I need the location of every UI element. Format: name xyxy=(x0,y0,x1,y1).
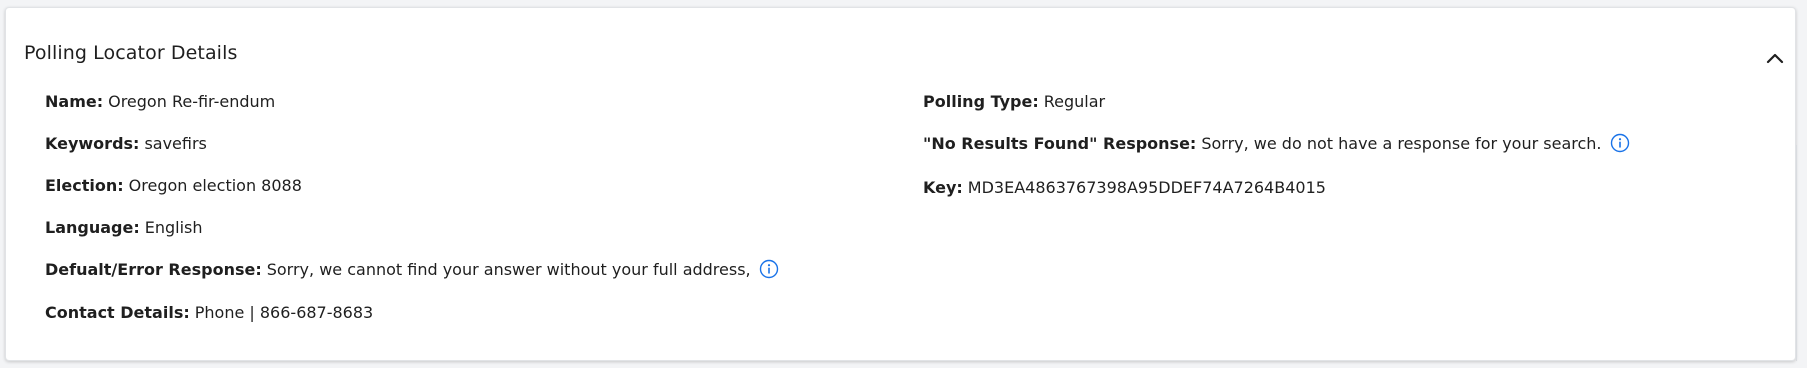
field-key: Key: MD3EA4863767398A95DDEF74A7264B4015 xyxy=(923,175,1326,199)
field-polling-type: Polling Type: Regular xyxy=(923,89,1105,113)
divider xyxy=(1796,145,1797,361)
field-label: "No Results Found" Response: xyxy=(923,133,1197,153)
field-value: Regular xyxy=(1043,91,1106,111)
field-default-error-response: Defualt/Error Response: Sorry, we cannot… xyxy=(45,257,779,281)
field-value: English xyxy=(144,217,203,237)
field-keywords: Keywords: savefirs xyxy=(45,131,207,155)
field-label: Contact Details: xyxy=(45,302,190,322)
info-icon[interactable] xyxy=(759,259,779,279)
polling-locator-details-panel: Polling Locator Details Name: Oregon Re-… xyxy=(5,7,1796,361)
field-language: Language: English xyxy=(45,215,203,239)
field-election: Election: Oregon election 8088 xyxy=(45,173,302,197)
field-name: Name: Oregon Re-fir-endum xyxy=(45,89,275,113)
field-value: Phone | 866-687-8683 xyxy=(194,302,374,322)
field-value: Sorry, we cannot find your answer withou… xyxy=(266,259,751,279)
field-value: Oregon election 8088 xyxy=(128,175,302,195)
field-contact-details: Contact Details: Phone | 866-687-8683 xyxy=(45,300,373,324)
field-label: Defualt/Error Response: xyxy=(45,259,262,279)
field-label: Name: xyxy=(45,91,104,111)
field-label: Language: xyxy=(45,217,140,237)
field-value: Sorry, we do not have a response for you… xyxy=(1201,133,1602,153)
chevron-up-icon xyxy=(1766,53,1784,64)
field-value: MD3EA4863767398A95DDEF74A7264B4015 xyxy=(967,177,1326,197)
collapse-button[interactable] xyxy=(1763,46,1787,70)
field-label: Keywords: xyxy=(45,133,140,153)
field-label: Polling Type: xyxy=(923,91,1039,111)
info-icon[interactable] xyxy=(1610,133,1630,153)
field-no-results-response: "No Results Found" Response: Sorry, we d… xyxy=(923,131,1630,155)
field-label: Election: xyxy=(45,175,124,195)
field-value: savefirs xyxy=(144,133,207,153)
field-label: Key: xyxy=(923,177,963,197)
field-value: Oregon Re-fir-endum xyxy=(108,91,276,111)
panel-title: Polling Locator Details xyxy=(24,42,238,64)
